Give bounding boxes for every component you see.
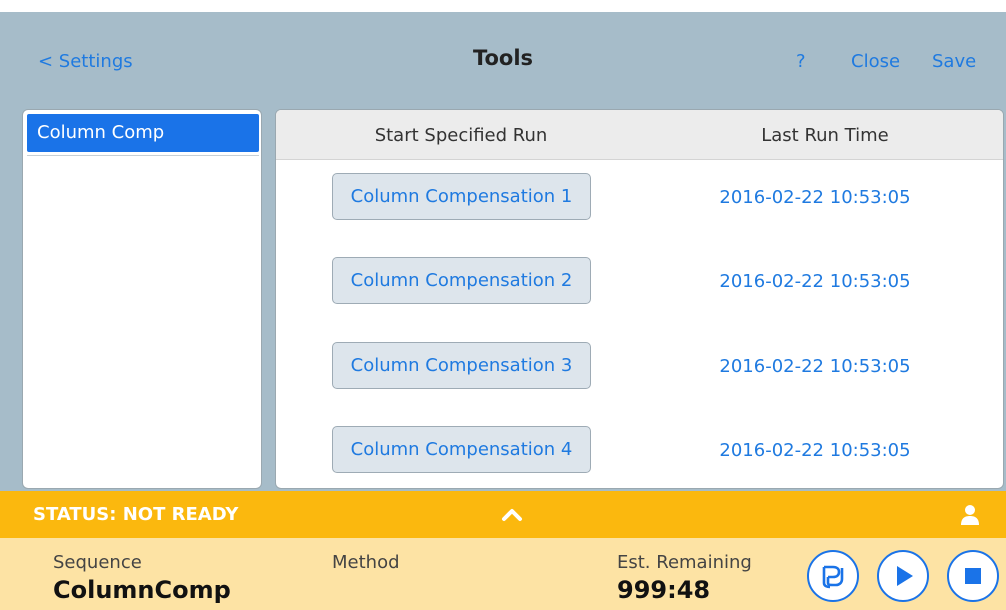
- close-link[interactable]: Close: [851, 51, 900, 72]
- column-compensation-4-button[interactable]: Column Compensation 4: [332, 426, 591, 473]
- sidebar-item-column-comp[interactable]: Column Comp: [27, 114, 259, 152]
- column-header-start-run: Start Specified Run: [374, 125, 548, 146]
- stop-button[interactable]: [947, 550, 999, 602]
- status-text: STATUS: NOT READY: [33, 504, 239, 525]
- tools-screen: < Settings Tools ? Close Save Column Com…: [0, 12, 1006, 610]
- method-label: Method: [332, 552, 400, 573]
- save-link[interactable]: Save: [932, 51, 976, 72]
- list-divider: [27, 155, 259, 156]
- column-compensation-1-button[interactable]: Column Compensation 1: [332, 173, 591, 220]
- help-link[interactable]: ?: [796, 51, 806, 72]
- prep-icon: [822, 565, 844, 589]
- prep-button[interactable]: [807, 550, 859, 602]
- last-run-time: 2016-02-22 10:53:05: [719, 271, 911, 292]
- last-run-time: 2016-02-22 10:53:05: [719, 440, 911, 461]
- last-run-time: 2016-02-22 10:53:05: [719, 356, 911, 377]
- column-compensation-2-button[interactable]: Column Compensation 2: [332, 257, 591, 304]
- sequence-label: Sequence: [53, 552, 142, 573]
- column-compensation-3-button[interactable]: Column Compensation 3: [332, 342, 591, 389]
- chevron-up-icon[interactable]: [500, 504, 524, 524]
- status-bar: STATUS: NOT READY: [0, 491, 1006, 538]
- tools-list-panel: Column Comp: [22, 109, 262, 489]
- sequence-value: ColumnComp: [53, 576, 231, 604]
- table-header: Start Specified Run Last Run Time: [276, 110, 1003, 160]
- start-run-button[interactable]: [877, 550, 929, 602]
- play-icon: [897, 566, 913, 586]
- tools-table-panel: Start Specified Run Last Run Time Column…: [275, 109, 1004, 489]
- est-remaining-value: 999:48: [617, 576, 711, 604]
- run-info-bar: Sequence ColumnComp Method Est. Remainin…: [0, 538, 1006, 610]
- last-run-time: 2016-02-22 10:53:05: [719, 187, 911, 208]
- column-header-last-run-time: Last Run Time: [761, 125, 889, 146]
- user-icon[interactable]: [960, 504, 980, 526]
- stop-icon: [965, 568, 981, 584]
- est-remaining-label: Est. Remaining: [617, 552, 752, 573]
